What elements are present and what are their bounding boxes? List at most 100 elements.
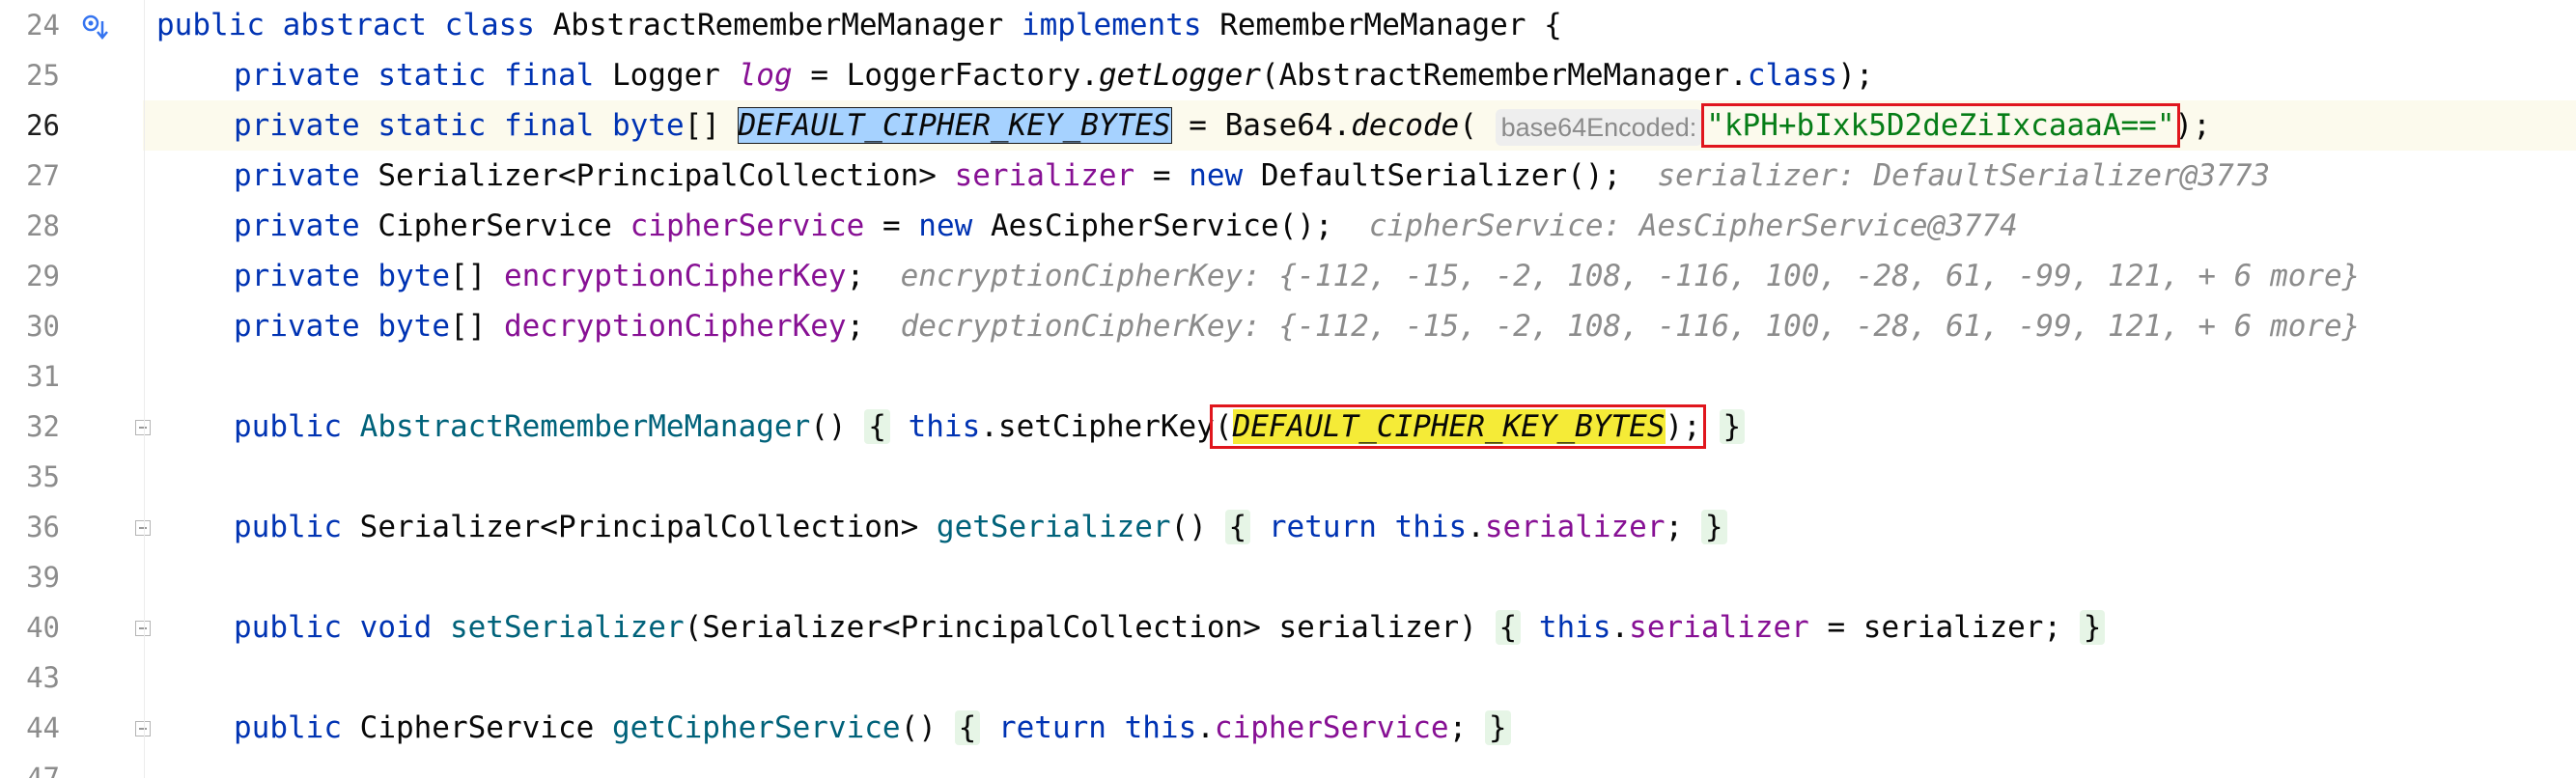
keyword: byte bbox=[378, 259, 450, 293]
parameters: (Serializer<PrincipalCollection> seriali… bbox=[684, 610, 1477, 645]
fold-toggle-icon[interactable] bbox=[135, 520, 151, 536]
parens: () bbox=[810, 409, 847, 444]
field-name: encryptionCipherKey bbox=[503, 259, 847, 293]
field-ref: serializer bbox=[1484, 510, 1666, 544]
method-name: setSerializer bbox=[449, 610, 685, 645]
line-number: 28 bbox=[26, 209, 60, 242]
line-number: 47 bbox=[26, 762, 60, 778]
fold-toggle-icon[interactable] bbox=[135, 420, 151, 435]
code-line-30[interactable]: private byte[] decryptionCipherKey; decr… bbox=[234, 301, 2360, 351]
line-number: 43 bbox=[26, 661, 60, 694]
line-number: 44 bbox=[26, 711, 60, 744]
method-call: decode bbox=[1351, 108, 1460, 143]
keyword: public bbox=[234, 710, 342, 745]
parens: () bbox=[900, 710, 937, 745]
line-number: 27 bbox=[26, 159, 60, 192]
folded-brace[interactable]: } bbox=[1700, 510, 1727, 544]
folded-brace[interactable]: { bbox=[1495, 610, 1522, 645]
field-name: log bbox=[738, 58, 793, 93]
semicolon: ; bbox=[846, 259, 865, 293]
keyword: abstract bbox=[282, 8, 427, 42]
code-line-36[interactable]: public Serializer<PrincipalCollection> g… bbox=[234, 502, 1727, 552]
implementation-marker-icon[interactable] bbox=[81, 14, 110, 42]
method-call: .setCipherKey bbox=[980, 409, 1215, 444]
code-line-28[interactable]: private CipherService cipherService = ne… bbox=[234, 201, 2018, 251]
folded-brace[interactable]: } bbox=[1484, 710, 1511, 745]
keyword: class bbox=[1747, 58, 1838, 93]
brace: { bbox=[1544, 8, 1562, 42]
keyword: public bbox=[156, 8, 265, 42]
folded-brace[interactable]: { bbox=[1224, 510, 1251, 544]
dot: . bbox=[1467, 510, 1485, 544]
selected-field-name[interactable]: DEFAULT_CIPHER_KEY_BYTES bbox=[737, 107, 1172, 144]
folded-brace[interactable]: } bbox=[1719, 409, 1746, 444]
keyword: new bbox=[918, 208, 973, 243]
keyword: public bbox=[234, 610, 342, 645]
folded-brace[interactable]: { bbox=[864, 409, 890, 444]
line-number: 40 bbox=[26, 611, 60, 644]
line-number: 24 bbox=[26, 9, 60, 42]
key-string-literal[interactable]: "kPH+bIxk5D2deZiIxcaaaA==" bbox=[1701, 103, 2180, 148]
statement-end: ); bbox=[1837, 58, 1874, 93]
keyword: implements bbox=[1021, 8, 1202, 42]
method-name: getCipherService bbox=[611, 710, 901, 745]
keyword: final bbox=[503, 108, 595, 143]
debug-value-hint: cipherService: AesCipherService@3774 bbox=[1368, 208, 2018, 243]
keyword: class bbox=[444, 8, 535, 42]
arguments: (AbstractRememberMeManager. bbox=[1260, 58, 1748, 93]
code-line-27[interactable]: private Serializer<PrincipalCollection> … bbox=[234, 151, 2270, 201]
type-name: Serializer<PrincipalCollection> bbox=[378, 158, 937, 193]
code-editor[interactable]: 24 25 26 27 28 29 30 31 32 35 36 39 40 4… bbox=[0, 0, 2576, 778]
semicolon: ; bbox=[846, 309, 865, 344]
keyword: void bbox=[359, 610, 433, 645]
line-number: 31 bbox=[26, 360, 60, 393]
folded-brace[interactable]: } bbox=[2079, 610, 2106, 645]
keyword: byte bbox=[378, 309, 450, 344]
line-number: 29 bbox=[26, 260, 60, 292]
keyword: private bbox=[234, 108, 360, 143]
folded-brace[interactable]: { bbox=[954, 710, 981, 745]
assignment: = Base64. bbox=[1189, 108, 1352, 143]
field-name: serializer bbox=[954, 158, 1135, 193]
code-line-44[interactable]: public CipherService getCipherService() … bbox=[234, 703, 1511, 753]
usage-highlight[interactable]: DEFAULT_CIPHER_KEY_BYTES bbox=[1232, 409, 1666, 444]
line-number: 25 bbox=[26, 59, 60, 92]
keyword: private bbox=[234, 158, 360, 193]
constructor-call: DefaultSerializer(); bbox=[1260, 158, 1622, 193]
debug-value-hint: serializer: DefaultSerializer@3773 bbox=[1657, 158, 2271, 193]
keyword: private bbox=[234, 58, 360, 93]
code-line-24[interactable]: public abstract class AbstractRememberMe… bbox=[156, 0, 1562, 50]
code-line-26[interactable]: private static final byte[] DEFAULT_CIPH… bbox=[234, 100, 2211, 151]
constructor-call: AesCipherService(); bbox=[990, 208, 1333, 243]
code-line-32[interactable]: public AbstractRememberMeManager() { thi… bbox=[234, 402, 1746, 452]
statement-end: ); bbox=[2174, 108, 2211, 143]
editor-gutter[interactable]: 24 25 26 27 28 29 30 31 32 35 36 39 40 4… bbox=[0, 0, 151, 778]
method-call: getLogger bbox=[1098, 58, 1261, 93]
debug-value-hint: decryptionCipherKey: {-112, -15, -2, 108… bbox=[900, 309, 2361, 344]
constructor-name: AbstractRememberMeManager bbox=[359, 409, 811, 444]
line-number: 39 bbox=[26, 561, 60, 594]
type-name: Logger bbox=[611, 58, 720, 93]
semicolon: ; bbox=[1665, 510, 1684, 544]
code-line-29[interactable]: private byte[] encryptionCipherKey; encr… bbox=[234, 251, 2360, 301]
keyword: private bbox=[234, 259, 360, 293]
keyword: this bbox=[908, 409, 981, 444]
keyword: this bbox=[1394, 510, 1468, 544]
fold-toggle-icon[interactable] bbox=[135, 721, 151, 736]
operator: = bbox=[810, 58, 828, 93]
code-line-40[interactable]: public void setSerializer(Serializer<Pri… bbox=[234, 602, 2106, 653]
field-ref: serializer bbox=[1629, 610, 1809, 645]
operator: = bbox=[1152, 158, 1171, 193]
code-line-25[interactable]: private static final Logger log = Logger… bbox=[234, 50, 1874, 100]
array-brackets: [] bbox=[449, 309, 487, 344]
keyword: public bbox=[234, 409, 342, 444]
line-number: 30 bbox=[26, 310, 60, 343]
parameter-hint: base64Encoded: bbox=[1495, 108, 1703, 146]
fold-toggle-icon[interactable] bbox=[135, 621, 151, 636]
semicolon: ; bbox=[1448, 710, 1468, 745]
debug-value-hint: encryptionCipherKey: {-112, -15, -2, 108… bbox=[900, 259, 2361, 293]
type-name: CipherService bbox=[359, 710, 595, 745]
keyword: final bbox=[503, 58, 595, 93]
keyword: this bbox=[1538, 610, 1611, 645]
dot: . bbox=[1196, 710, 1215, 745]
